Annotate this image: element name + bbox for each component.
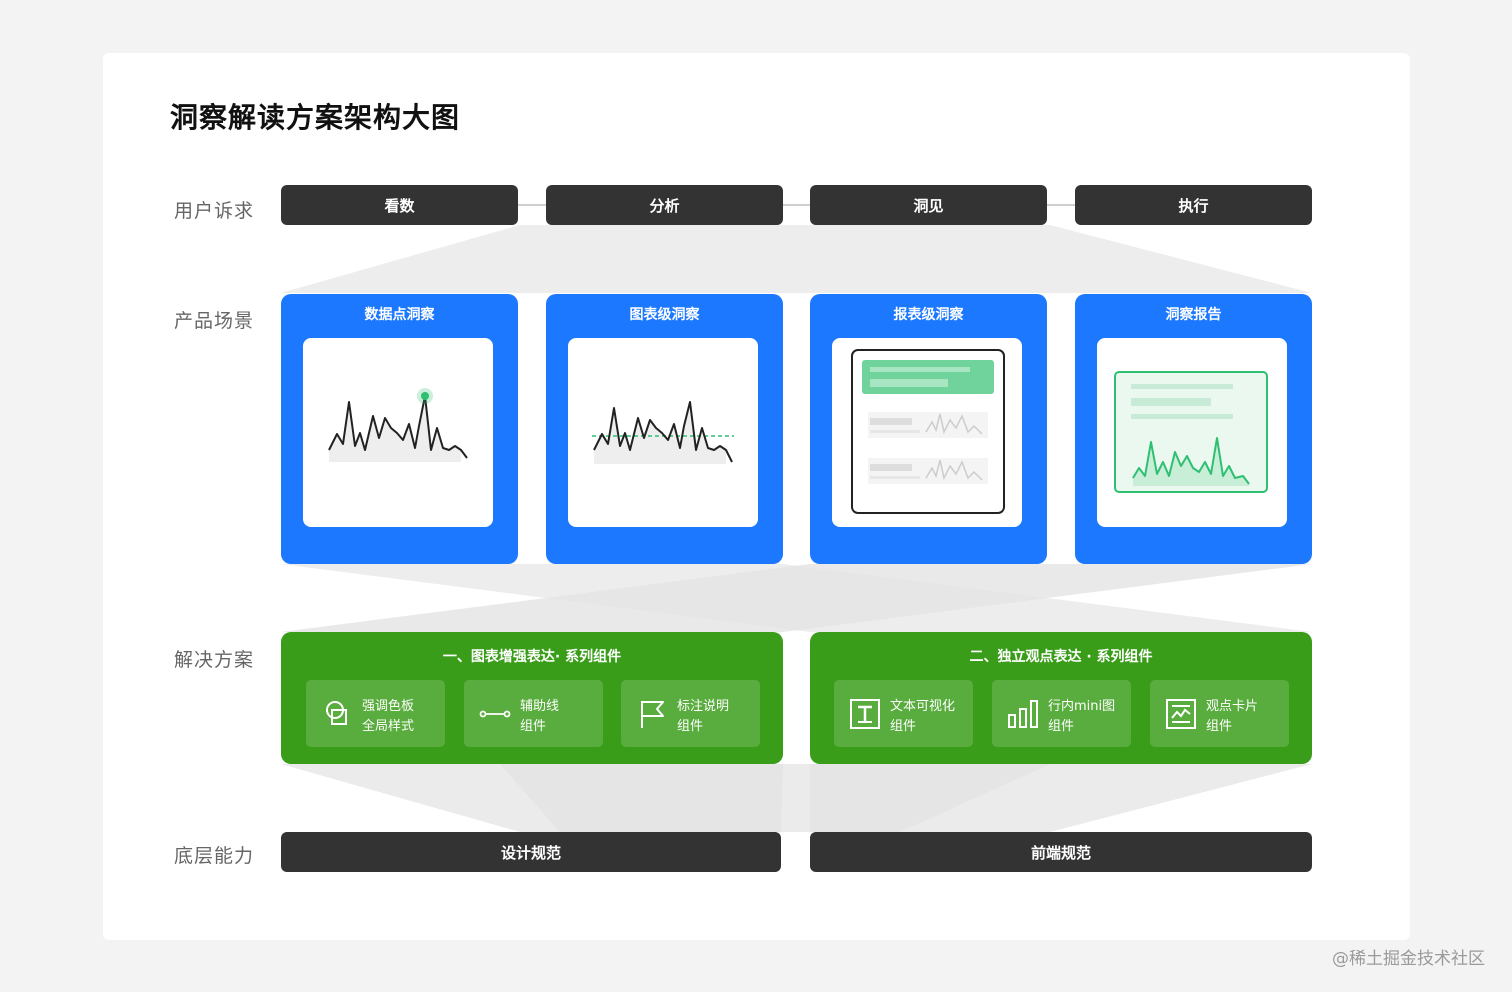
- component-sublabel: 组件: [890, 719, 917, 734]
- scene-title: 数据点洞察: [364, 307, 435, 323]
- component-text-visualization[interactable]: 文本可视化 组件: [834, 680, 973, 747]
- component-accent-palette[interactable]: 强调色板 全局样式: [306, 680, 445, 747]
- component-sublabel: 组件: [520, 719, 547, 734]
- insight-report-illustration: [1114, 371, 1268, 493]
- component-label: 强调色板: [362, 699, 415, 714]
- component-label: 文本可视化: [890, 699, 956, 714]
- scene-card-data-point-insight[interactable]: 数据点洞察: [281, 294, 518, 564]
- component-sublabel: 全局样式: [362, 719, 415, 734]
- line-chart-highlight-illustration: [328, 388, 468, 462]
- need-pill-insight[interactable]: 洞见: [810, 185, 1047, 225]
- palette-shapes-icon: [326, 701, 347, 725]
- solution-group-independent-viewpoint: 二、独立观点表达 · 系列组件 文本可视化 组件 行内mini图 组件 观点卡片…: [810, 632, 1312, 764]
- bar-chart-icon: [1008, 700, 1038, 728]
- connector-line: [1047, 204, 1075, 206]
- text-icon: [850, 699, 880, 729]
- row-label-solutions: 解决方案: [174, 649, 255, 671]
- need-pill-analyze[interactable]: 分析: [546, 185, 783, 225]
- foundation-pill-frontend-spec[interactable]: 前端规范: [810, 832, 1312, 872]
- need-pill-view-data[interactable]: 看数: [281, 185, 518, 225]
- scene-card-insight-report[interactable]: 洞察报告: [1075, 294, 1312, 564]
- auxiliary-line-icon: [479, 710, 511, 718]
- card-icon: [1166, 699, 1196, 729]
- component-label: 行内mini图: [1048, 699, 1116, 714]
- flag-icon: [641, 701, 664, 728]
- scene-illustration: [1097, 338, 1287, 527]
- component-sublabel: 组件: [677, 719, 704, 734]
- connector-line: [783, 204, 811, 206]
- component-inline-mini-chart[interactable]: 行内mini图 组件: [992, 680, 1131, 747]
- scene-illustration: [303, 338, 493, 527]
- connector-line: [518, 204, 546, 206]
- watermark: @稀土掘金技术社区: [1332, 949, 1485, 969]
- scene-card-chart-insight[interactable]: 图表级洞察: [546, 294, 783, 564]
- component-label: 观点卡片: [1206, 699, 1259, 714]
- page-title: 洞察解读方案架构大图: [170, 101, 461, 134]
- solution-group-chart-enhancement: 一、图表增强表达· 系列组件 强调色板 全局样式 辅助线 组件 标注说明 组件: [281, 632, 783, 764]
- component-sublabel: 组件: [1048, 719, 1075, 734]
- line-chart-reference-line-illustration: [592, 401, 734, 464]
- component-auxiliary-line[interactable]: 辅助线 组件: [464, 680, 603, 747]
- component-annotation[interactable]: 标注说明 组件: [621, 680, 760, 747]
- need-pill-execute[interactable]: 执行: [1075, 185, 1312, 225]
- component-label: 辅助线: [520, 699, 560, 714]
- component-label: 标注说明: [677, 699, 730, 714]
- scene-title: 报表级洞察: [893, 307, 964, 323]
- row-label-product-scenes: 产品场景: [174, 310, 255, 332]
- foundation-pill-design-spec[interactable]: 设计规范: [281, 832, 781, 872]
- scene-title: 洞察报告: [1165, 307, 1222, 323]
- report-page-illustration: [851, 349, 1005, 514]
- solution-title: 二、独立观点表达 · 系列组件: [969, 649, 1153, 665]
- scene-card-report-insight[interactable]: 报表级洞察: [810, 294, 1047, 564]
- row-label-foundation: 底层能力: [174, 845, 255, 867]
- component-viewpoint-card[interactable]: 观点卡片 组件: [1150, 680, 1289, 747]
- solution-title: 一、图表增强表达· 系列组件: [442, 649, 622, 665]
- scene-title: 图表级洞察: [629, 307, 700, 323]
- component-sublabel: 组件: [1206, 719, 1233, 734]
- scene-illustration: [568, 338, 758, 527]
- scene-illustration: [832, 338, 1022, 527]
- row-label-user-needs: 用户诉求: [174, 200, 255, 222]
